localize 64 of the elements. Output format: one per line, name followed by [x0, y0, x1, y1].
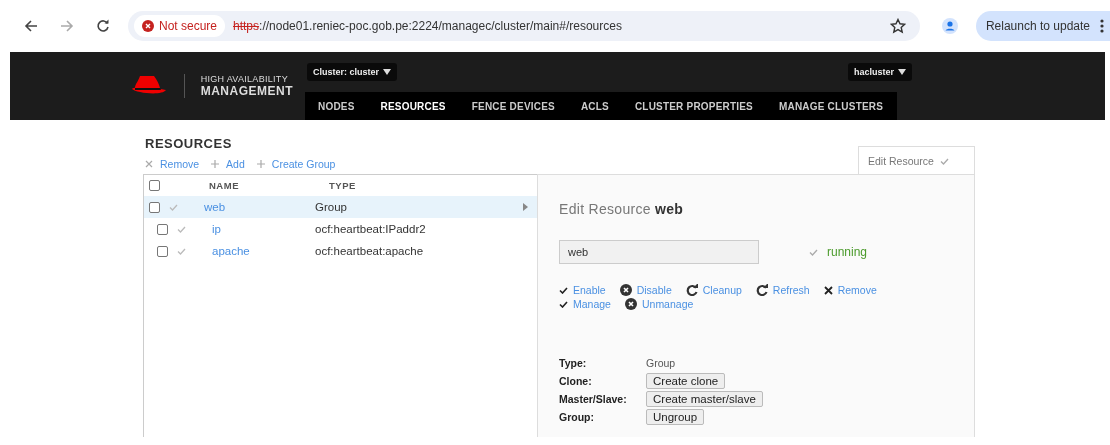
- action-button[interactable]: Create master/slave: [646, 391, 763, 407]
- check-icon: [177, 225, 186, 233]
- status-text: running: [827, 245, 868, 259]
- profile-icon: [941, 18, 958, 34]
- forward-icon: [60, 19, 74, 33]
- nav-tab[interactable]: CLUSTER PROPERTIES: [621, 100, 766, 112]
- checkbox[interactable]: [157, 223, 168, 235]
- nav-tab[interactable]: FENCE DEVICES: [458, 100, 568, 112]
- x-circle-icon: [619, 284, 632, 296]
- check-icon: [939, 157, 949, 165]
- page-title: RESOURCES: [145, 136, 233, 151]
- error-icon: [142, 20, 154, 32]
- resource-name[interactable]: ip: [212, 223, 315, 235]
- back-icon: [24, 19, 38, 33]
- close-icon: [145, 160, 153, 168]
- table-row[interactable]: ip ocf:heartbeat:IPaddr2: [144, 218, 537, 240]
- brand-subtitle: MANAGEMENT: [200, 84, 293, 98]
- check-icon: [809, 248, 818, 256]
- name-field[interactable]: web: [559, 240, 759, 264]
- url-text[interactable]: https://node01.reniec-poc.gob.pe:2224/managec/cluster/main#/resources: [233, 19, 890, 33]
- field-label: Master/Slave:: [559, 393, 628, 405]
- nav-tab[interactable]: RESOURCES: [367, 100, 459, 112]
- star-icon: [889, 18, 906, 34]
- nav-tab[interactable]: MANAGE CLUSTERS: [766, 100, 897, 112]
- field-label: Type:: [559, 357, 588, 369]
- resource-type: ocf:heartbeat:apache: [315, 245, 425, 257]
- field-value: Group: [646, 357, 676, 369]
- caret-icon: [898, 69, 906, 75]
- plus-icon: [211, 160, 220, 168]
- arrow-icon: [523, 203, 528, 211]
- plus-icon: [256, 160, 265, 168]
- close-icon: [823, 285, 833, 295]
- brand-title: HIGH AVAILABILITY: [200, 74, 289, 84]
- action-button[interactable]: Create clone: [646, 373, 726, 389]
- column-header: NAME: [209, 180, 240, 191]
- action-button[interactable]: Ungroup: [646, 409, 705, 425]
- field-label: Group:: [559, 411, 595, 423]
- checkbox[interactable]: [149, 180, 160, 191]
- table-row[interactable]: apache ocf:heartbeat:apache: [144, 240, 537, 262]
- x-circle-icon: [624, 298, 637, 310]
- toolbar-link[interactable]: Remove: [145, 158, 200, 170]
- check-icon: [169, 203, 178, 211]
- relaunch-button[interactable]: Relaunch to update: [975, 11, 1110, 41]
- checkbox[interactable]: [149, 201, 160, 213]
- resource-type: ocf:heartbeat:IPaddr2: [315, 223, 427, 235]
- checkbox[interactable]: [157, 245, 168, 257]
- user-dropdown[interactable]: hacluster: [847, 63, 912, 81]
- cluster-dropdown[interactable]: Cluster: cluster: [307, 63, 398, 81]
- caret-icon: [383, 69, 392, 75]
- security-warning: Not secure: [159, 19, 218, 33]
- check-icon: [177, 247, 186, 255]
- refresh-icon: [685, 284, 698, 296]
- column-header: TYPE: [329, 180, 357, 191]
- more-icon: [1100, 19, 1104, 33]
- table-row[interactable]: web Group: [144, 196, 537, 218]
- nav-tab[interactable]: NODES: [305, 100, 368, 112]
- field-label: Clone:: [559, 375, 593, 387]
- panel-tab[interactable]: Edit Resource: [858, 146, 975, 174]
- nav-tab[interactable]: ACLS: [567, 100, 622, 112]
- resource-type: Group: [315, 201, 348, 213]
- panel-heading: Edit Resource web: [559, 201, 685, 217]
- refresh-icon: [755, 284, 768, 296]
- reload-icon: [96, 19, 110, 33]
- resource-name[interactable]: apache: [212, 245, 315, 257]
